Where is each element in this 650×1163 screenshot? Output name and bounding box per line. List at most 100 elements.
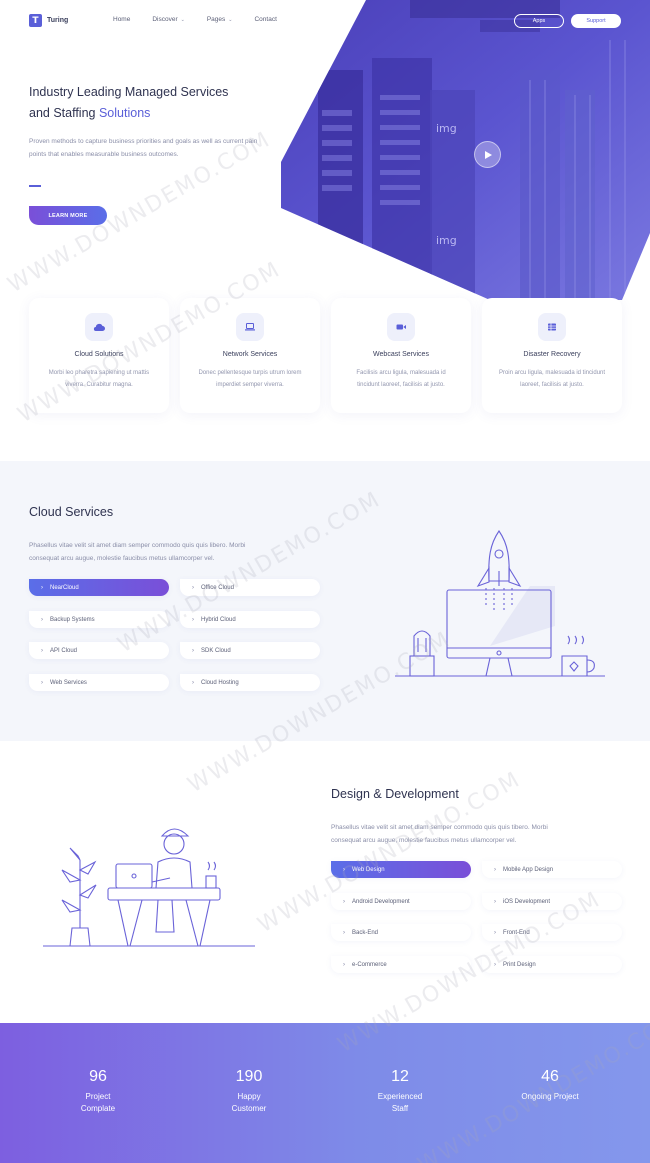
main-menu: Home Discover ⌄ Pages ⌄ Contact: [113, 16, 299, 23]
play-video-button[interactable]: [474, 141, 501, 168]
chevron-right-icon: ›: [41, 616, 43, 623]
chevron-right-icon: ›: [343, 961, 345, 968]
design-item-label: Front-End: [503, 929, 530, 936]
chevron-right-icon: ›: [494, 866, 496, 873]
design-desc-line2: consequat arcu augue, molestie faucibus …: [331, 836, 517, 844]
design-item-ios-development[interactable]: › iOS Development: [482, 893, 622, 910]
cloud-item-cloud-hosting[interactable]: › Cloud Hosting: [180, 674, 320, 691]
feature-title: Network Services: [222, 351, 278, 358]
hero-title-line2: and Staffing Solutions: [29, 103, 279, 124]
design-section-description: Phasellus vitae velit sit amet diam semp…: [331, 822, 631, 847]
feature-title: Webcast Services: [373, 351, 429, 358]
support-button[interactable]: Support: [571, 14, 621, 28]
chevron-right-icon: ›: [41, 584, 43, 591]
chevron-down-icon: ⌄: [180, 16, 185, 23]
stat-happy-customer: 190 Happy Customer: [199, 1067, 299, 1115]
learn-more-button[interactable]: LEARN MORE: [29, 206, 107, 225]
chevron-right-icon: ›: [343, 898, 345, 905]
feature-desc: Morbi leo pharetra sapiening ut mattis v…: [48, 370, 150, 388]
nav-item-home[interactable]: Home: [113, 16, 130, 23]
design-item-label: Android Development: [352, 898, 410, 905]
stat-label: Happy Customer: [231, 1092, 267, 1113]
nav-label: Discover: [152, 16, 178, 23]
cloud-item-nearcloud[interactable]: › NearCloud: [29, 579, 169, 596]
design-item-web-design[interactable]: › Web Design: [331, 861, 471, 878]
top-navigation: T Turing Home Discover ⌄ Pages ⌄ Contact A…: [0, 0, 650, 42]
hero-divider: [29, 185, 41, 187]
cloud-item-label: Web Services: [50, 679, 87, 686]
design-item-label: iOS Development: [503, 898, 551, 905]
cloud-item-sdk-cloud[interactable]: › SDK Cloud: [180, 642, 320, 659]
design-item-e-commerce[interactable]: › e-Commerce: [331, 956, 471, 973]
developer-desk-illustration: [43, 828, 255, 947]
stat-number: 46: [541, 1068, 559, 1085]
logo-mark-icon: T: [29, 14, 42, 27]
cloud-desc-line1: Phasellus vitae velit sit amet diam semp…: [29, 542, 246, 549]
hero-description: Proven methods to capture business prior…: [29, 138, 258, 158]
cloud-item-office-cloud[interactable]: › Office Cloud: [180, 579, 320, 596]
hero-title: Industry Leading Managed Services and St…: [29, 82, 279, 124]
feature-card-network-services[interactable]: Network Services Donec pellentesque turp…: [180, 298, 320, 413]
cloud-item-web-services[interactable]: › Web Services: [29, 674, 169, 691]
cloud-section-description: Phasellus vitae velit sit amet diam semp…: [29, 540, 329, 565]
cloud-item-label: API Cloud: [50, 647, 78, 654]
brand-name: Turing: [47, 17, 69, 24]
cloud-item-label: SDK Cloud: [201, 647, 231, 654]
cloud-item-label: Cloud Hosting: [201, 679, 239, 686]
feature-desc: Facilisis arcu ligula, malesuada id tinc…: [356, 370, 446, 388]
stat-ongoing-project: 46 Ongoing Project: [500, 1067, 600, 1103]
feature-card-webcast-services[interactable]: Webcast Services Facilisis arcu ligula, …: [331, 298, 471, 413]
design-item-front-end[interactable]: › Front-End: [482, 924, 622, 941]
stat-label: Experienced Staff: [377, 1092, 423, 1113]
cloud-services-section: Cloud Services Phasellus vitae velit sit…: [0, 461, 650, 741]
feature-card-cloud-solutions[interactable]: Cloud Solutions Morbi leo pharetra sapie…: [29, 298, 169, 413]
feature-title: Cloud Solutions: [74, 351, 124, 358]
chevron-right-icon: ›: [343, 866, 345, 873]
stat-number: 96: [89, 1068, 107, 1085]
design-item-back-end[interactable]: › Back-End: [331, 924, 471, 941]
design-item-label: Print Design: [503, 961, 536, 968]
hero-title-line1: Industry Leading Managed Services: [29, 85, 229, 99]
stat-experienced-staff: 12 Experienced Staff: [350, 1067, 450, 1115]
stat-projects-complete: 96 Project Complate: [48, 1067, 148, 1115]
chevron-right-icon: ›: [343, 929, 345, 936]
play-icon: [484, 150, 492, 159]
nav-label: Contact: [254, 16, 277, 23]
cloud-item-backup-systems[interactable]: › Backup Systems: [29, 611, 169, 628]
cloud-icon: [85, 313, 113, 341]
chevron-right-icon: ›: [192, 584, 194, 591]
laptop-icon: [236, 313, 264, 341]
hero-title-accent: Solutions: [98, 106, 151, 120]
design-item-mobile-app-design[interactable]: › Mobile App Design: [482, 861, 622, 878]
design-desc-line1: Phasellus vitae velit sit amet diam semp…: [331, 824, 548, 831]
nav-item-contact[interactable]: Contact: [254, 16, 276, 23]
cloud-item-label: Hybrid Cloud: [201, 616, 236, 623]
video-icon: [387, 313, 415, 341]
cloud-item-hybrid-cloud[interactable]: › Hybrid Cloud: [180, 611, 320, 628]
brand-logo[interactable]: T Turing: [29, 14, 68, 27]
feature-desc: Proin arcu ligula, malesuada id tincidun…: [498, 370, 606, 388]
hero-title-prefix: and Staffing: [29, 106, 99, 120]
nav-item-pages[interactable]: Pages ⌄: [207, 16, 233, 23]
design-item-label: e-Commerce: [352, 961, 387, 968]
nav-item-discover[interactable]: Discover ⌄: [152, 16, 185, 23]
grid-icon: [538, 313, 566, 341]
chevron-right-icon: ›: [494, 961, 496, 968]
design-item-android-development[interactable]: › Android Development: [331, 893, 471, 910]
design-item-label: Mobile App Design: [503, 866, 554, 873]
feature-card-disaster-recovery[interactable]: Disaster Recovery Proin arcu ligula, mal…: [482, 298, 622, 413]
stat-label: Project Complate: [80, 1092, 116, 1113]
design-item-print-design[interactable]: › Print Design: [482, 956, 622, 973]
feature-cards: Cloud Solutions Morbi leo pharetra sapie…: [29, 298, 622, 413]
feature-desc: Donec pellentesque turpis utrum lorem im…: [198, 370, 302, 388]
chevron-right-icon: ›: [494, 929, 496, 936]
design-item-label: Web Design: [352, 866, 385, 873]
cloud-item-api-cloud[interactable]: › API Cloud: [29, 642, 169, 659]
hero-sign-2: img: [436, 234, 457, 247]
apps-button[interactable]: Apps: [514, 14, 564, 28]
chevron-right-icon: ›: [41, 679, 43, 686]
nav-label: Home: [113, 16, 131, 23]
feature-title: Disaster Recovery: [523, 351, 581, 358]
rocket-launch-illustration: [395, 530, 605, 677]
cloud-item-label: Office Cloud: [201, 584, 234, 591]
